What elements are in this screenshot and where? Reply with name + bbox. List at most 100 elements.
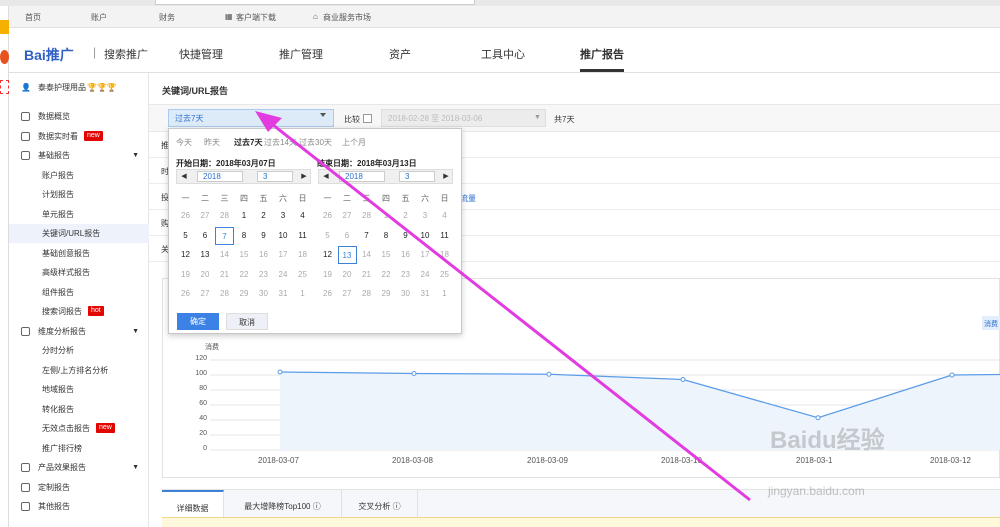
calendar-day[interactable]: 20 (338, 266, 357, 284)
calendar-day[interactable]: 11 (435, 227, 454, 245)
calendar-day[interactable]: 30 (396, 285, 415, 303)
calendar-day[interactable]: 9 (254, 227, 273, 245)
calendar-day[interactable]: 23 (396, 266, 415, 284)
calendar-day[interactable]: 6 (338, 227, 357, 245)
calendar-day[interactable]: 30 (254, 285, 273, 303)
weekday-label: 一 (323, 194, 332, 203)
calendar-day[interactable]: 25 (293, 266, 312, 284)
calendar-day[interactable]: 11 (293, 227, 312, 245)
calendar-day[interactable]: 28 (215, 207, 234, 225)
calendar-day[interactable]: 1 (293, 285, 312, 303)
calendar-day[interactable]: 3 (274, 207, 293, 225)
calendar-day[interactable]: 18 (293, 246, 312, 264)
calendar-day[interactable]: 24 (416, 266, 435, 284)
data-point[interactable] (411, 371, 417, 376)
calendar-day[interactable]: 13 (337, 246, 357, 264)
quick-range-option[interactable]: 昨天 (204, 137, 220, 148)
calendar-day[interactable]: 19 (176, 266, 195, 284)
quick-range-option[interactable]: 上个月 (342, 137, 366, 148)
calendar-day[interactable]: 7 (215, 226, 234, 245)
calendar-day[interactable]: 23 (254, 266, 273, 284)
calendar-day[interactable]: 12 (176, 246, 195, 264)
calendar-day[interactable]: 10 (274, 227, 293, 245)
next-month-icon[interactable]: ▶ (297, 170, 311, 183)
calendar-day[interactable]: 21 (357, 266, 376, 284)
data-point[interactable] (680, 377, 686, 382)
start-month-select[interactable]: 3 (257, 171, 293, 182)
calendar-day[interactable]: 22 (377, 266, 396, 284)
calendar-day[interactable]: 2 (254, 207, 273, 225)
end-month-select[interactable]: 3 (399, 171, 435, 182)
calendar-day[interactable]: 20 (196, 266, 215, 284)
calendar-day[interactable]: 22 (235, 266, 254, 284)
calendar-day[interactable]: 17 (274, 246, 293, 264)
calendar-day[interactable]: 16 (254, 246, 273, 264)
calendar-day[interactable]: 26 (176, 285, 195, 303)
weekday-label: 三 (362, 194, 371, 203)
calendar-day[interactable]: 5 (318, 227, 337, 245)
calendar-day[interactable]: 18 (435, 246, 454, 264)
calendar-day[interactable]: 16 (396, 246, 415, 264)
start-year-select[interactable]: 2018 (197, 171, 243, 182)
calendar-day[interactable]: 1 (435, 285, 454, 303)
calendar-day[interactable]: 26 (318, 207, 337, 225)
data-point[interactable] (277, 369, 283, 375)
prev-month-icon[interactable]: ◀ (177, 170, 191, 183)
quick-range-option[interactable]: 过去7天 (234, 137, 262, 148)
calendar-day[interactable]: 27 (196, 207, 215, 225)
calendar-day[interactable]: 27 (196, 285, 215, 303)
calendar-day[interactable]: 3 (416, 207, 435, 225)
calendar-day[interactable]: 5 (176, 227, 195, 245)
quick-range-option[interactable]: 过去14天 (264, 137, 297, 148)
calendar-day[interactable]: 8 (377, 227, 396, 245)
calendar-day[interactable]: 4 (435, 207, 454, 225)
calendar-day[interactable]: 1 (235, 207, 254, 225)
calendar-day[interactable]: 19 (318, 266, 337, 284)
end-date-title: 结束日期：2018年03月13日 (317, 159, 417, 168)
quick-range-option[interactable]: 过去30天 (299, 137, 332, 148)
end-year-select[interactable]: 2018 (339, 171, 385, 182)
calendar-day[interactable]: 10 (416, 227, 435, 245)
calendar-day[interactable]: 13 (196, 246, 215, 264)
calendar-day[interactable]: 28 (357, 207, 376, 225)
calendar-day[interactable]: 12 (318, 246, 337, 264)
data-point[interactable] (949, 372, 955, 378)
calendar-day[interactable]: 28 (215, 285, 234, 303)
next-month-icon[interactable]: ▶ (439, 170, 453, 183)
calendar-day[interactable]: 2 (396, 207, 415, 225)
calendar-day[interactable]: 15 (377, 246, 396, 264)
calendar-day[interactable]: 21 (215, 266, 234, 284)
calendar-day[interactable]: 1 (377, 207, 396, 225)
calendar-day[interactable]: 24 (274, 266, 293, 284)
calendar-day[interactable]: 8 (235, 227, 254, 245)
weekday-label: 日 (298, 194, 307, 203)
calendar-day[interactable]: 25 (435, 266, 454, 284)
calendar-day[interactable]: 14 (215, 246, 234, 264)
calendar-day[interactable]: 29 (377, 285, 396, 303)
confirm-button[interactable]: 确定 (177, 313, 219, 330)
prev-month-icon[interactable]: ◀ (319, 170, 333, 183)
calendar-day[interactable]: 4 (293, 207, 312, 225)
cancel-button[interactable]: 取消 (226, 313, 268, 330)
calendar-day[interactable]: 7 (357, 227, 376, 245)
calendar-day[interactable]: 27 (338, 285, 357, 303)
calendar-day[interactable]: 31 (274, 285, 293, 303)
calendar-day[interactable]: 17 (416, 246, 435, 264)
calendar-day[interactable]: 28 (357, 285, 376, 303)
watermark-url: jingyan.baidu.com (768, 484, 865, 498)
quick-range-option[interactable]: 今天 (176, 137, 192, 148)
calendar-day[interactable]: 26 (176, 207, 195, 225)
weekday-label: 三 (220, 194, 229, 203)
weekday-label: 六 (421, 194, 429, 203)
calendar-day[interactable]: 9 (396, 227, 415, 245)
calendar-day[interactable]: 27 (338, 207, 357, 225)
calendar-day[interactable]: 14 (357, 246, 376, 264)
calendar-day[interactable]: 29 (235, 285, 254, 303)
weekday-label: 一 (181, 194, 190, 203)
calendar-day[interactable]: 31 (416, 285, 435, 303)
calendar-day[interactable]: 6 (196, 227, 215, 245)
date-picker-popup: 开始日期：2018年03月07日 结束日期：2018年03月13日 ◀ 2018… (168, 128, 462, 334)
calendar-day[interactable]: 15 (235, 246, 254, 264)
calendar-day[interactable]: 26 (318, 285, 337, 303)
data-point[interactable] (546, 371, 552, 377)
